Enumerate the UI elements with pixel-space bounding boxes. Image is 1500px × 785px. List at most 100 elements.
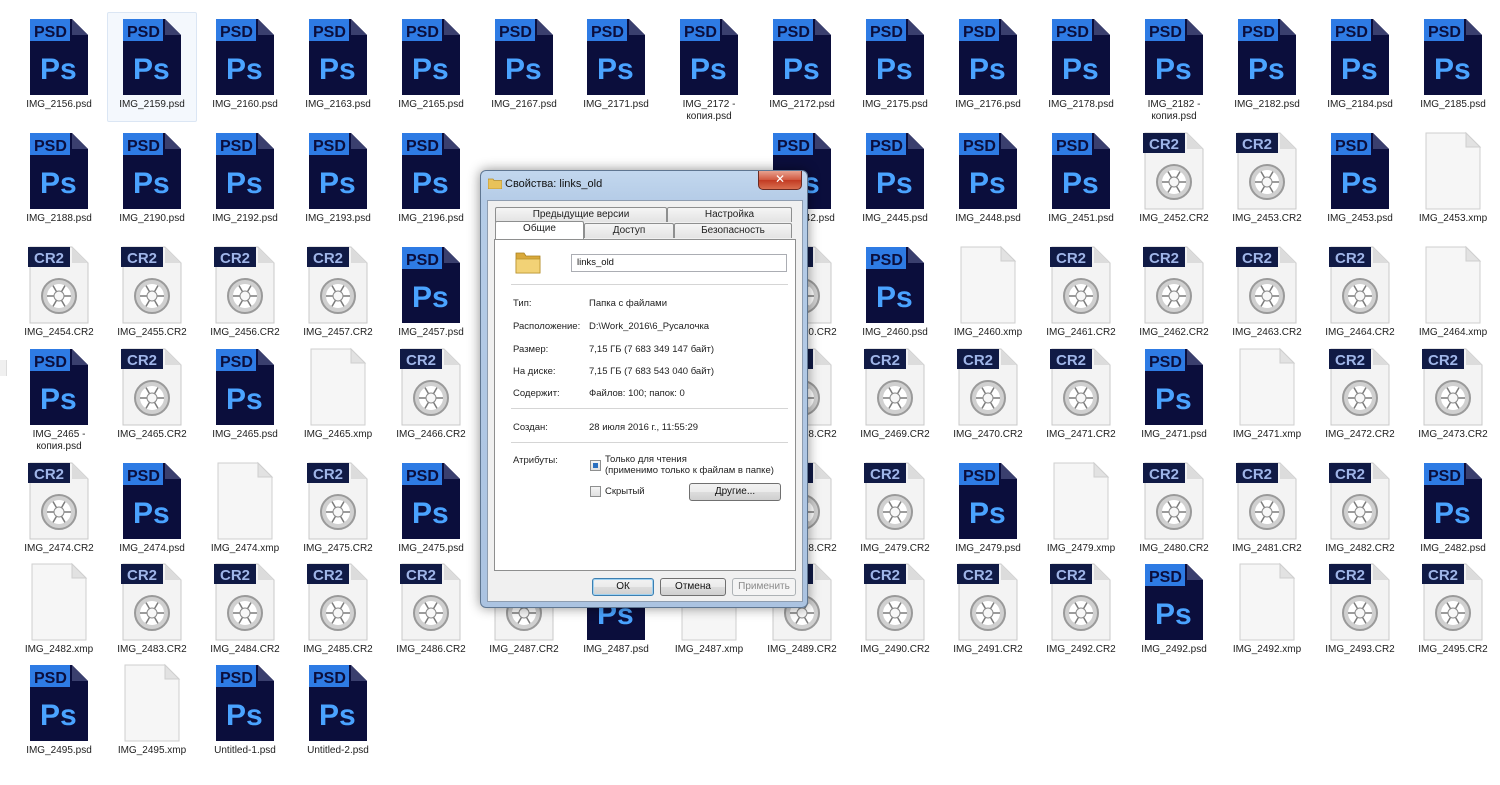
file-item[interactable]: CR2 IMG_2463.CR2 xyxy=(1222,240,1312,350)
file-item[interactable]: CR2 IMG_2481.CR2 xyxy=(1222,456,1312,566)
file-item[interactable]: CR2 IMG_2484.CR2 xyxy=(200,557,290,667)
file-name: IMG_2471.psd xyxy=(1141,429,1207,440)
readonly-label: Только для чтения (применимо только к фа… xyxy=(605,454,774,476)
file-item[interactable]: IMG_2471.xmp xyxy=(1222,342,1312,452)
file-item[interactable]: PSD Ps IMG_2185.psd xyxy=(1408,12,1498,122)
file-item[interactable]: PSD Ps IMG_2465.psd xyxy=(200,342,290,452)
file-item[interactable]: PSD Ps IMG_2451.psd xyxy=(1036,126,1126,236)
file-item[interactable]: PSD Ps IMG_2465 - копия.psd xyxy=(14,342,104,452)
file-item[interactable]: CR2 IMG_2480.CR2 xyxy=(1129,456,1219,566)
cr2-file-icon: CR2 xyxy=(864,462,925,540)
file-item[interactable]: CR2 IMG_2492.CR2 xyxy=(1036,557,1126,667)
tab-security[interactable]: Безопасность xyxy=(674,223,792,238)
file-item[interactable]: CR2 IMG_2462.CR2 xyxy=(1129,240,1219,350)
file-item[interactable]: PSD Ps IMG_2171.psd xyxy=(571,12,661,122)
file-item[interactable]: CR2 IMG_2455.CR2 xyxy=(107,240,197,350)
file-item[interactable]: CR2 IMG_2456.CR2 xyxy=(200,240,290,350)
file-item[interactable]: CR2 IMG_2475.CR2 xyxy=(293,456,383,566)
ok-button[interactable]: ОК xyxy=(592,578,654,596)
file-item[interactable]: IMG_2474.xmp xyxy=(200,456,290,566)
tab-general[interactable]: Общие xyxy=(495,221,584,239)
file-item[interactable]: CR2 IMG_2474.CR2 xyxy=(14,456,104,566)
file-item[interactable]: IMG_2464.xmp xyxy=(1408,240,1498,350)
file-item[interactable]: PSD Ps IMG_2474.psd xyxy=(107,456,197,566)
file-item[interactable]: PSD Ps IMG_2176.psd xyxy=(943,12,1033,122)
tab-sharing[interactable]: Доступ xyxy=(584,223,674,238)
file-item[interactable]: PSD Ps IMG_2482.psd xyxy=(1408,456,1498,566)
file-item[interactable]: CR2 IMG_2490.CR2 xyxy=(850,557,940,667)
file-item[interactable]: CR2 IMG_2471.CR2 xyxy=(1036,342,1126,452)
hidden-checkbox[interactable] xyxy=(590,486,601,497)
file-item[interactable]: PSD Ps IMG_2156.psd xyxy=(14,12,104,122)
file-item[interactable]: IMG_2453.xmp xyxy=(1408,126,1498,236)
file-item[interactable]: PSD Ps IMG_2475.psd xyxy=(386,456,476,566)
file-item[interactable]: PSD Ps IMG_2190.psd xyxy=(107,126,197,236)
file-item[interactable]: CR2 IMG_2493.CR2 xyxy=(1315,557,1405,667)
file-item[interactable]: PSD Ps IMG_2172 - копия.psd xyxy=(664,12,754,122)
file-item[interactable]: PSD Ps IMG_2182 - копия.psd xyxy=(1129,12,1219,122)
file-item[interactable]: CR2 IMG_2452.CR2 xyxy=(1129,126,1219,236)
file-item[interactable]: IMG_2465.xmp xyxy=(293,342,383,452)
file-item[interactable]: CR2 IMG_2465.CR2 xyxy=(107,342,197,452)
file-item[interactable]: PSD Ps IMG_2167.psd xyxy=(479,12,569,122)
file-item[interactable]: PSD Ps IMG_2495.psd xyxy=(14,658,104,768)
readonly-checkbox[interactable] xyxy=(590,460,601,471)
file-item[interactable]: IMG_2479.xmp xyxy=(1036,456,1126,566)
file-item[interactable]: PSD Ps IMG_2453.psd xyxy=(1315,126,1405,236)
file-item[interactable]: PSD Ps IMG_2479.psd xyxy=(943,456,1033,566)
file-item[interactable]: CR2 IMG_2485.CR2 xyxy=(293,557,383,667)
file-item[interactable]: PSD Ps IMG_2445.psd xyxy=(850,126,940,236)
file-item[interactable]: PSD Ps IMG_2471.psd xyxy=(1129,342,1219,452)
file-item[interactable]: CR2 IMG_2473.CR2 xyxy=(1408,342,1498,452)
file-item[interactable]: PSD Ps IMG_2188.psd xyxy=(14,126,104,236)
file-item[interactable]: PSD Ps IMG_2193.psd xyxy=(293,126,383,236)
file-item[interactable]: IMG_2495.xmp xyxy=(107,658,197,768)
file-item[interactable]: PSD Ps IMG_2172.psd xyxy=(757,12,847,122)
svg-text:CR2: CR2 xyxy=(1056,352,1086,369)
psd-file-icon: PSD Ps xyxy=(495,19,553,95)
apply-button[interactable]: Применить xyxy=(732,578,796,596)
file-item[interactable]: PSD Ps IMG_2192.psd xyxy=(200,126,290,236)
file-item[interactable]: PSD Ps IMG_2160.psd xyxy=(200,12,290,122)
file-item[interactable]: CR2 IMG_2453.CR2 xyxy=(1222,126,1312,236)
file-item[interactable]: PSD Ps IMG_2460.psd xyxy=(850,240,940,350)
file-item[interactable]: CR2 IMG_2491.CR2 xyxy=(943,557,1033,667)
cancel-button[interactable]: Отмена xyxy=(660,578,726,596)
file-item[interactable]: PSD Ps IMG_2178.psd xyxy=(1036,12,1126,122)
file-item[interactable]: PSD Ps IMG_2457.psd xyxy=(386,240,476,350)
advanced-button[interactable]: Другие... xyxy=(689,483,781,501)
file-item[interactable]: CR2 IMG_2470.CR2 xyxy=(943,342,1033,452)
cr2-file-icon: CR2 xyxy=(28,462,89,540)
file-item[interactable]: CR2 IMG_2464.CR2 xyxy=(1315,240,1405,350)
file-item[interactable]: PSD Ps IMG_2184.psd xyxy=(1315,12,1405,122)
tab-previous-versions[interactable]: Предыдущие версии xyxy=(495,207,667,222)
file-item[interactable]: PSD Ps IMG_2175.psd xyxy=(850,12,940,122)
file-item[interactable]: PSD Ps IMG_2165.psd xyxy=(386,12,476,122)
file-item[interactable]: CR2 IMG_2486.CR2 xyxy=(386,557,476,667)
file-item[interactable]: PSD Ps Untitled-2.psd xyxy=(293,658,383,768)
file-item[interactable]: CR2 IMG_2495.CR2 xyxy=(1408,557,1498,667)
file-item[interactable]: PSD Ps IMG_2196.psd xyxy=(386,126,476,236)
file-item[interactable]: CR2 IMG_2466.CR2 xyxy=(386,342,476,452)
file-item[interactable]: CR2 IMG_2461.CR2 xyxy=(1036,240,1126,350)
file-item[interactable]: PSD Ps Untitled-1.psd xyxy=(200,658,290,768)
file-item[interactable]: IMG_2482.xmp xyxy=(14,557,104,667)
file-item[interactable]: CR2 IMG_2472.CR2 xyxy=(1315,342,1405,452)
folder-name-input[interactable]: links_old xyxy=(571,254,787,272)
close-button[interactable]: ✕ xyxy=(758,171,802,190)
tab-customize[interactable]: Настройка xyxy=(667,207,792,222)
file-item[interactable]: CR2 IMG_2479.CR2 xyxy=(850,456,940,566)
file-item[interactable]: CR2 IMG_2469.CR2 xyxy=(850,342,940,452)
file-item[interactable]: CR2 IMG_2454.CR2 xyxy=(14,240,104,350)
svg-text:CR2: CR2 xyxy=(870,567,900,584)
file-item[interactable]: CR2 IMG_2482.CR2 xyxy=(1315,456,1405,566)
file-item[interactable]: PSD Ps IMG_2182.psd xyxy=(1222,12,1312,122)
file-item[interactable]: IMG_2460.xmp xyxy=(943,240,1033,350)
file-item[interactable]: PSD Ps IMG_2448.psd xyxy=(943,126,1033,236)
file-item[interactable]: CR2 IMG_2457.CR2 xyxy=(293,240,383,350)
file-item[interactable]: CR2 IMG_2483.CR2 xyxy=(107,557,197,667)
file-item[interactable]: PSD Ps IMG_2492.psd xyxy=(1129,557,1219,667)
file-item[interactable]: PSD Ps IMG_2163.psd xyxy=(293,12,383,122)
file-item[interactable]: PSD Ps IMG_2159.psd xyxy=(107,12,197,122)
file-item[interactable]: IMG_2492.xmp xyxy=(1222,557,1312,667)
